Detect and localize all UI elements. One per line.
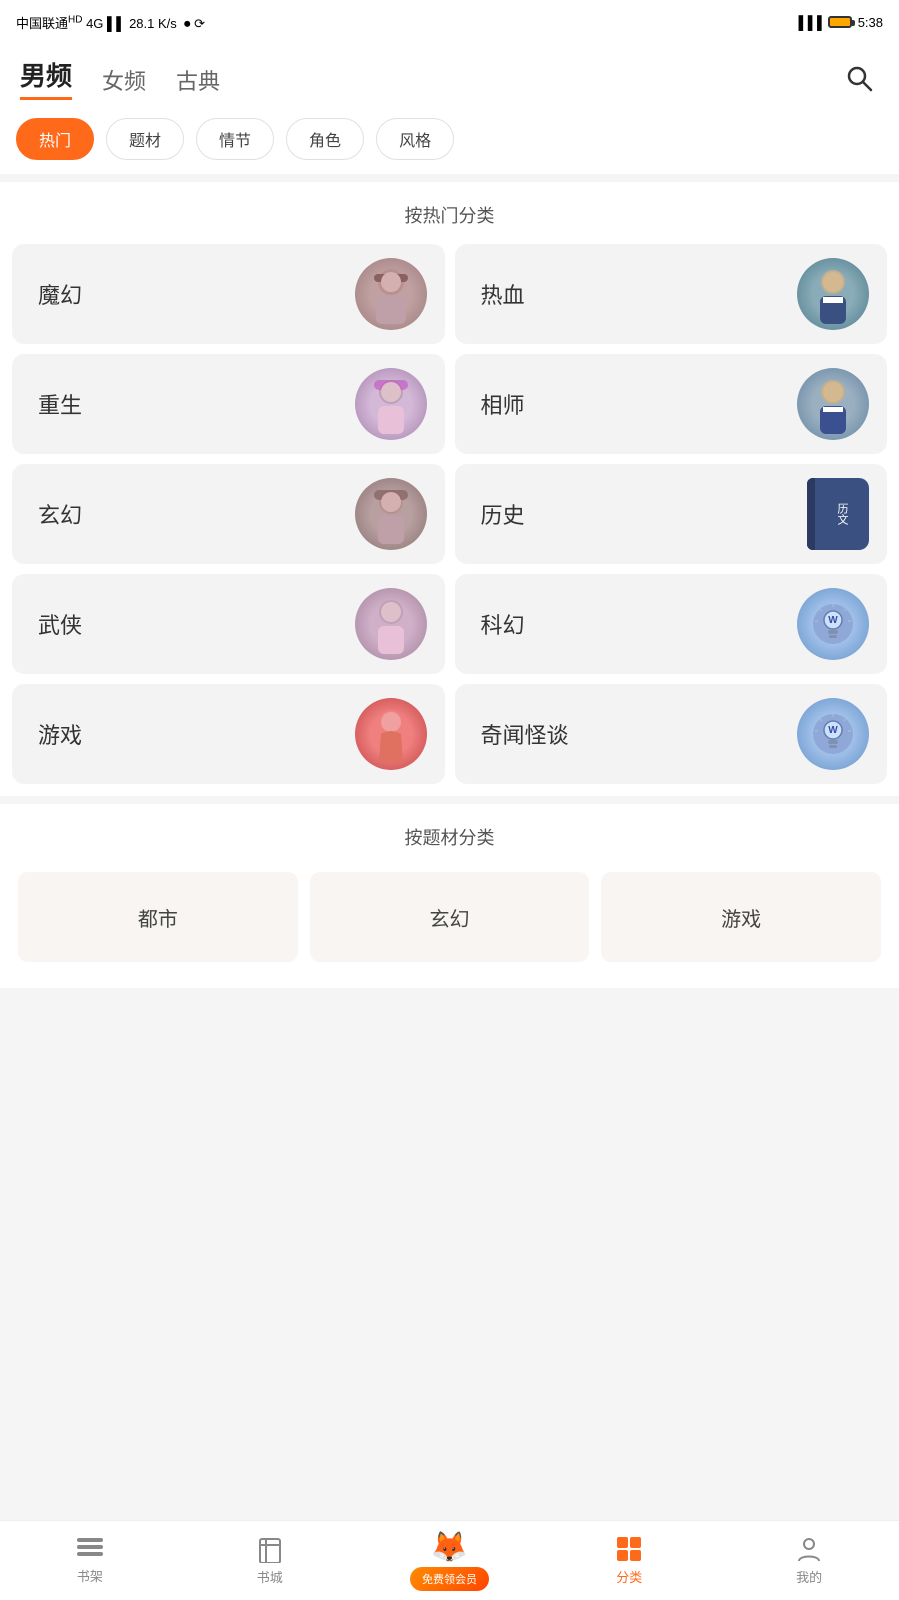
bottom-navigation: 书架 书城 🦊 免费领会员 分类 我的 [0, 1520, 899, 1600]
vip-label: 免费领会员 [410, 1567, 489, 1591]
category-mohuan-label: 魔幻 [38, 278, 82, 310]
avatar-lishi: 历文 [807, 478, 869, 550]
avatar-xiangshi-img [808, 374, 858, 434]
avatar-wuxia-img [366, 594, 416, 654]
status-bar: 中国联通HD 4G ▌▌ 28.1 K/s ⏺ ⟳ ▐▐▐ 5:38 [0, 0, 899, 44]
lightbulb-icon: W [810, 601, 856, 647]
avatar-chongsheng-img [366, 374, 416, 434]
hot-section-title: 按热门分类 [0, 182, 899, 244]
nav-store[interactable]: 书城 [180, 1521, 360, 1600]
avatar-kehuan: W [797, 588, 869, 660]
chip-plot[interactable]: 情节 [196, 118, 274, 160]
category-xuanhuan[interactable]: 玄幻 [12, 464, 445, 564]
category-label-bottom: 分类 [616, 1567, 642, 1586]
shelf-icon [75, 1536, 105, 1562]
search-button[interactable] [839, 58, 879, 98]
battery-icon [828, 16, 852, 28]
system-status: ▐▐▐ 5:38 [794, 15, 883, 30]
subject-grid: 都市 玄幻 游戏 [0, 866, 899, 968]
avatar-mohuan [355, 258, 427, 330]
carrier-info: 中国联通HD 4G ▌▌ 28.1 K/s ⏺ ⟳ [16, 13, 205, 32]
category-rexue-label: 热血 [481, 278, 525, 310]
avatar-xiangshi [797, 368, 869, 440]
nav-mine[interactable]: 我的 [719, 1521, 899, 1600]
category-lishi[interactable]: 历史 历文 [455, 464, 888, 564]
category-lishi-label: 历史 [481, 498, 525, 530]
category-chongsheng-label: 重生 [38, 388, 82, 420]
nav-tabs: 男频 女频 古典 [20, 56, 839, 100]
subject-section: 按题材分类 都市 玄幻 游戏 [0, 804, 899, 988]
chip-role[interactable]: 角色 [286, 118, 364, 160]
mine-label: 我的 [796, 1567, 822, 1586]
svg-text:W: W [828, 615, 838, 626]
category-kehuan-label: 科幻 [481, 608, 525, 640]
category-wuxia[interactable]: 武侠 [12, 574, 445, 674]
avatar-wuxia [355, 588, 427, 660]
chip-theme[interactable]: 题材 [106, 118, 184, 160]
mine-icon [795, 1535, 823, 1563]
top-navigation: 男频 女频 古典 [0, 44, 899, 108]
category-xiangshi[interactable]: 相师 [455, 354, 888, 454]
category-youxi-label: 游戏 [38, 718, 82, 750]
category-icon [615, 1535, 643, 1563]
avatar-rexue-img [808, 264, 858, 324]
category-mohuan[interactable]: 魔幻 [12, 244, 445, 344]
subject-dushi[interactable]: 都市 [18, 872, 298, 962]
avatar-qiwenguaitan: W [797, 698, 869, 770]
avatar-mohuan-img [366, 264, 416, 324]
category-youxi[interactable]: 游戏 [12, 684, 445, 784]
avatar-rexue [797, 258, 869, 330]
svg-text:W: W [828, 725, 838, 736]
avatar-youxi-img [366, 704, 416, 764]
subject-xuanhuan[interactable]: 玄幻 [310, 872, 590, 962]
tab-classic[interactable]: 古典 [176, 64, 220, 100]
category-wuxia-label: 武侠 [38, 608, 82, 640]
nav-vip[interactable]: 🦊 免费领会员 [360, 1521, 540, 1600]
tab-male[interactable]: 男频 [20, 56, 72, 100]
store-icon [256, 1535, 284, 1563]
store-label: 书城 [257, 1567, 283, 1586]
category-chongsheng[interactable]: 重生 [12, 354, 445, 454]
tab-female[interactable]: 女频 [102, 64, 146, 100]
subject-youxi[interactable]: 游戏 [601, 872, 881, 962]
category-grid: 魔幻 热血 [0, 244, 899, 796]
search-icon [845, 64, 873, 92]
avatar-chongsheng [355, 368, 427, 440]
nav-category[interactable]: 分类 [539, 1521, 719, 1600]
avatar-youxi [355, 698, 427, 770]
avatar-xuanhuan-img [366, 484, 416, 544]
avatar-xuanhuan [355, 478, 427, 550]
category-qiwenguaitan[interactable]: 奇闻怪谈 W [455, 684, 888, 784]
chip-style[interactable]: 风格 [376, 118, 454, 160]
nav-shelf[interactable]: 书架 [0, 1521, 180, 1600]
filter-bar: 热门 题材 情节 角色 风格 [0, 108, 899, 174]
subject-section-title: 按题材分类 [0, 804, 899, 866]
fox-icon: 🦊 [431, 1530, 468, 1565]
category-qiwenguaitan-label: 奇闻怪谈 [481, 718, 569, 750]
signal-icon: ▐▐▐ [794, 15, 822, 30]
time-display: 5:38 [858, 15, 883, 30]
category-xuanhuan-label: 玄幻 [38, 498, 82, 530]
shelf-label: 书架 [77, 1566, 103, 1585]
category-kehuan[interactable]: 科幻 W [455, 574, 888, 674]
chip-hot[interactable]: 热门 [16, 118, 94, 160]
hot-section: 按热门分类 魔幻 热血 [0, 182, 899, 796]
category-xiangshi-label: 相师 [481, 388, 525, 420]
category-rexue[interactable]: 热血 [455, 244, 888, 344]
lightbulb2-icon: W [810, 711, 856, 757]
